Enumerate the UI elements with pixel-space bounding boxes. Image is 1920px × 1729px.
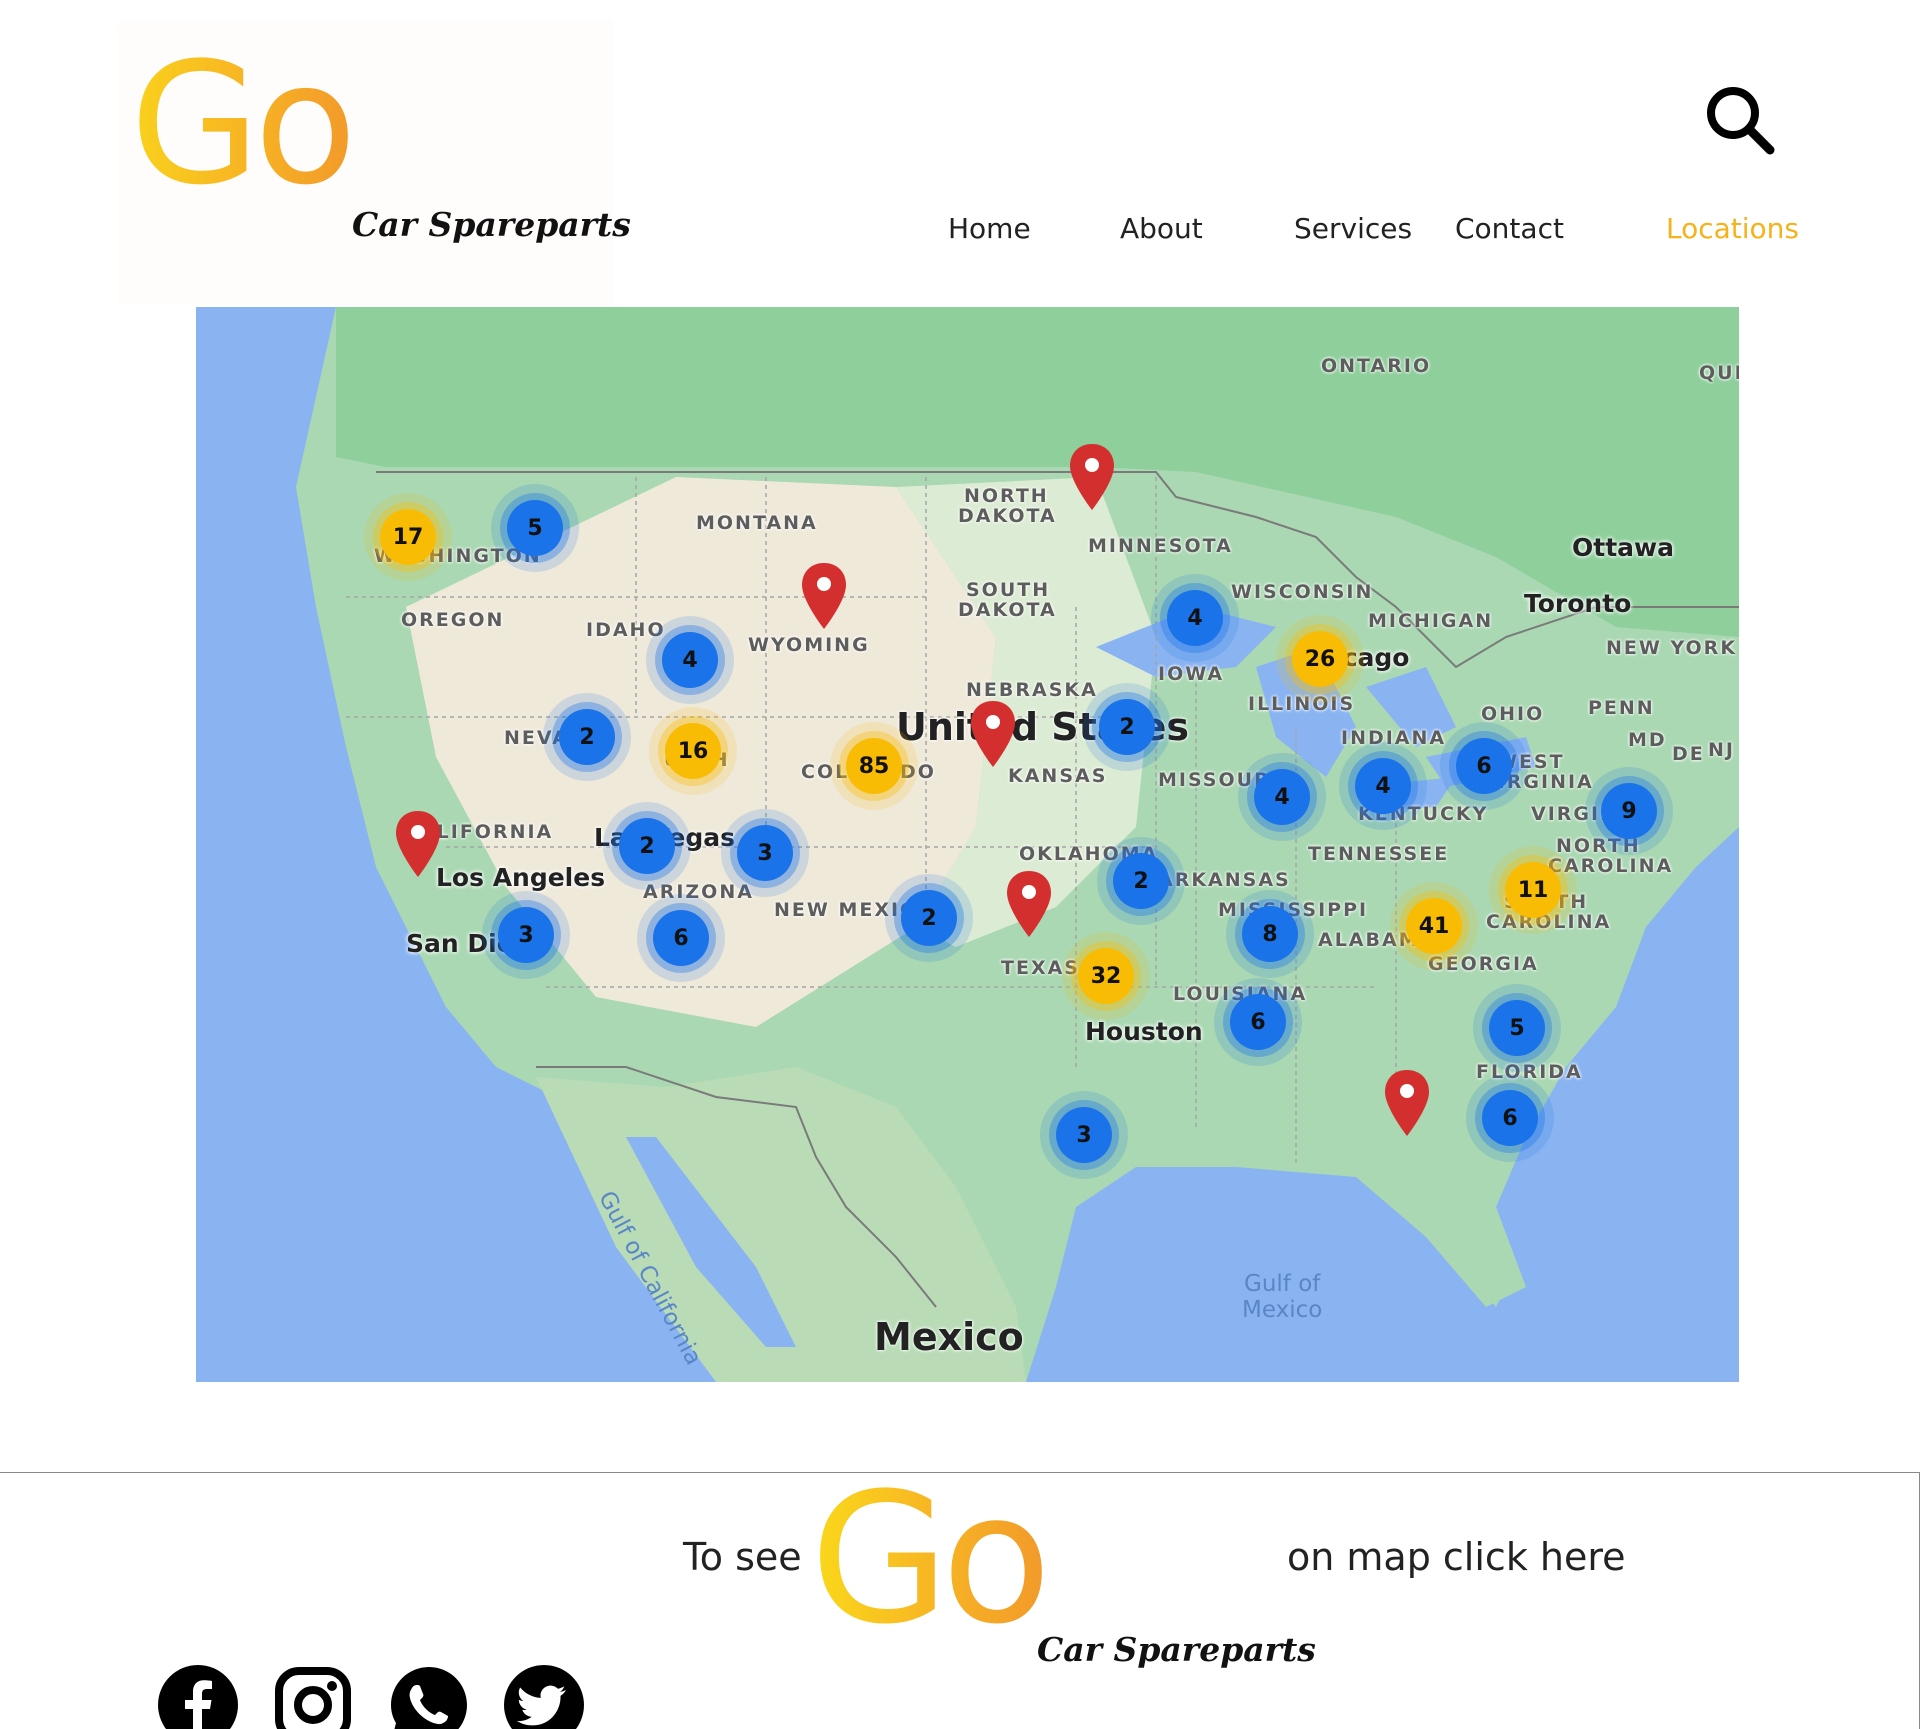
map-pin-icon[interactable]	[800, 561, 848, 631]
map-cluster[interactable]: 2	[1113, 853, 1169, 909]
map-pin-icon[interactable]	[1383, 1068, 1431, 1138]
map-cluster[interactable]: 6	[1230, 994, 1286, 1050]
map-cluster[interactable]: 2	[901, 890, 957, 946]
map-cluster[interactable]: 4	[1254, 769, 1310, 825]
instagram-icon[interactable]	[273, 1665, 353, 1729]
map-cluster[interactable]: 2	[619, 818, 675, 874]
map-cluster[interactable]: 11	[1505, 862, 1561, 918]
nav-contact[interactable]: Contact	[1455, 212, 1564, 245]
map-pin-icon[interactable]	[1005, 869, 1053, 939]
map-cluster[interactable]: 5	[1489, 1000, 1545, 1056]
map-cluster[interactable]: 6	[1482, 1090, 1538, 1146]
map-cluster[interactable]: 32	[1078, 948, 1134, 1004]
map-cluster[interactable]: 9	[1601, 783, 1657, 839]
map-cluster[interactable]: 85	[846, 738, 902, 794]
logo[interactable]: Go	[130, 40, 357, 208]
map-cluster[interactable]: 2	[559, 709, 615, 765]
nav-home[interactable]: Home	[948, 212, 1031, 245]
nav-about[interactable]: About	[1120, 212, 1203, 245]
locations-map[interactable]: ONTARIO QUE NORTH DAKOTA MONTANA MINNESO…	[196, 307, 1739, 1382]
map-cluster[interactable]: 17	[380, 509, 436, 565]
nav-services[interactable]: Services	[1294, 212, 1412, 245]
facebook-icon[interactable]	[158, 1665, 238, 1729]
map-cluster[interactable]: 8	[1242, 906, 1298, 962]
map-cluster[interactable]: 41	[1406, 898, 1462, 954]
map-cluster[interactable]: 3	[737, 825, 793, 881]
map-cluster[interactable]: 26	[1292, 631, 1348, 687]
map-cluster[interactable]: 5	[507, 500, 563, 556]
map-link[interactable]: on map click here	[1287, 1535, 1626, 1579]
map-cluster[interactable]: 3	[498, 907, 554, 963]
map-cluster[interactable]: 4	[1355, 758, 1411, 814]
twitter-icon[interactable]	[504, 1665, 584, 1729]
footer-to-see-text: To see	[683, 1535, 802, 1579]
map-cluster[interactable]: 2	[1099, 699, 1155, 755]
main-nav: Home About Services Contact Locations	[0, 212, 1920, 260]
map-cluster[interactable]: 6	[1456, 738, 1512, 794]
map-cluster[interactable]: 3	[1056, 1107, 1112, 1163]
map-cluster[interactable]: 6	[653, 910, 709, 966]
map-pin-icon[interactable]	[394, 809, 442, 879]
map-pin-icon[interactable]	[969, 699, 1017, 769]
footer-logo[interactable]: Go	[810, 1470, 1052, 1650]
map-cluster[interactable]: 16	[665, 723, 721, 779]
nav-locations[interactable]: Locations	[1666, 212, 1799, 245]
page: Go Car Spareparts Home About Services Co…	[0, 0, 1920, 1729]
footer-logo-tagline: Car Spareparts	[1037, 1630, 1316, 1669]
search-icon[interactable]	[1700, 80, 1780, 160]
map-pin-icon[interactable]	[1068, 442, 1116, 512]
map-cluster[interactable]: 4	[662, 632, 718, 688]
map-cluster[interactable]: 4	[1167, 590, 1223, 646]
whatsapp-icon[interactable]	[389, 1665, 469, 1729]
